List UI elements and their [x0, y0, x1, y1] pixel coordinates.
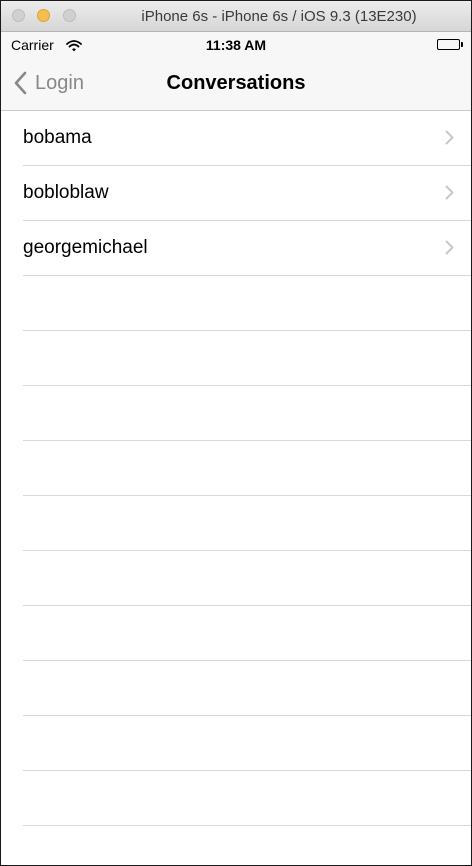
conversation-name: georgemichael	[23, 237, 148, 258]
simulator-window: iPhone 6s - iPhone 6s / iOS 9.3 (13E230)…	[0, 0, 472, 866]
window-title-bar: iPhone 6s - iPhone 6s / iOS 9.3 (13E230)	[1, 1, 471, 32]
empty-row	[1, 496, 471, 551]
empty-row	[1, 386, 471, 441]
chevron-right-icon	[445, 240, 454, 260]
empty-row	[1, 716, 471, 771]
status-bar: Carrier 11:38 AM	[1, 32, 471, 56]
navigation-bar: Login Conversations	[1, 56, 471, 111]
row-separator	[23, 825, 471, 826]
empty-row	[1, 661, 471, 716]
conversation-row[interactable]: bobloblaw	[1, 166, 471, 221]
empty-row	[1, 551, 471, 606]
conversation-row[interactable]: bobama	[1, 111, 471, 166]
conversation-name: bobama	[23, 127, 92, 148]
chevron-right-icon	[445, 130, 454, 150]
conversations-table: bobama bobloblaw georgemichael	[1, 111, 471, 865]
window-title: iPhone 6s - iPhone 6s / iOS 9.3 (13E230)	[141, 8, 417, 25]
page-title: Conversations	[166, 72, 306, 94]
empty-row	[1, 331, 471, 386]
empty-row	[1, 771, 471, 826]
status-time: 11:38 AM	[205, 37, 267, 53]
battery-icon	[437, 39, 463, 50]
zoom-window-button[interactable]	[63, 9, 76, 22]
close-window-button[interactable]	[12, 9, 25, 22]
empty-row	[1, 606, 471, 661]
minimize-window-button[interactable]	[37, 9, 50, 22]
conversation-name: bobloblaw	[23, 182, 109, 203]
empty-row	[1, 276, 471, 331]
conversation-row[interactable]: georgemichael	[1, 221, 471, 276]
chevron-right-icon	[445, 185, 454, 205]
empty-row	[1, 441, 471, 496]
